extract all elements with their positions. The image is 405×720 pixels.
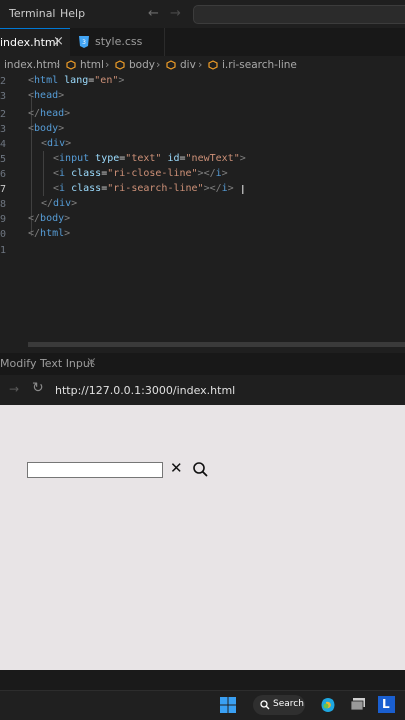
forward-icon[interactable]: → — [9, 382, 19, 396]
line-number: 9 — [0, 214, 7, 225]
search-icon — [260, 700, 270, 710]
preview-text-input[interactable] — [27, 462, 163, 478]
code-line: <div> — [41, 138, 72, 149]
line-number: 3 — [0, 91, 7, 102]
indent-guide — [43, 151, 44, 196]
taskbar — [0, 690, 405, 720]
line-number: 2 — [0, 109, 7, 120]
task-view-icon[interactable] — [350, 697, 366, 711]
element-icon — [208, 60, 218, 70]
menu-help[interactable]: Help — [60, 7, 85, 20]
breadcrumb-body[interactable]: body — [129, 59, 155, 71]
code-line: <i class="ri-close-line"></i> — [53, 168, 228, 179]
code-line: <html lang="en"> — [28, 75, 125, 86]
line-number: 3 — [0, 124, 7, 135]
element-icon — [115, 60, 125, 70]
line-number: 0 — [0, 229, 7, 240]
url-field[interactable]: http://127.0.0.1:3000/index.html — [55, 384, 235, 397]
chevron-right-icon: › — [156, 58, 161, 71]
panel-footer — [0, 670, 405, 690]
code-line: <input type="text" id="newText"> — [53, 153, 246, 164]
breadcrumb-html[interactable]: html — [80, 59, 104, 71]
chevron-right-icon: › — [198, 58, 203, 71]
line-number: 1 — [0, 245, 7, 256]
line-number: 6 — [0, 169, 7, 180]
breadcrumb-div[interactable]: div — [180, 59, 196, 71]
tab-close-icon[interactable]: × — [53, 34, 64, 49]
avatar-initial: L — [382, 697, 390, 711]
line-number: 2 — [0, 76, 7, 87]
tab-label: style.css — [95, 35, 143, 48]
tab-style-css[interactable]: 3 style.css — [70, 28, 165, 56]
back-arrow-icon[interactable]: ← — [148, 6, 159, 21]
tab-close-icon[interactable]: × — [86, 355, 97, 370]
taskbar-search-label: Search — [273, 699, 304, 709]
simple-browser-tab[interactable]: Modify Text Input — [0, 357, 94, 370]
tab-label: index.html — [0, 36, 59, 49]
code-line: <head> — [28, 90, 65, 101]
breadcrumb: index.html › html › body › div › i.ri-se… — [0, 56, 405, 74]
windows-start-icon[interactable] — [220, 697, 236, 713]
taskbar-search-button[interactable]: Search — [253, 695, 305, 715]
avatar[interactable]: L — [378, 696, 395, 713]
line-number: 5 — [0, 154, 7, 165]
close-icon[interactable]: ✕ — [170, 459, 183, 477]
command-center-search[interactable] — [193, 5, 405, 24]
search-icon[interactable] — [192, 461, 208, 477]
line-number-current: 7 — [0, 184, 7, 195]
svg-text:3: 3 — [82, 39, 86, 46]
code-line: </head> — [28, 108, 71, 119]
tab-index-html[interactable]: index.html × — [0, 28, 70, 56]
element-icon — [66, 60, 76, 70]
line-number: 4 — [0, 139, 7, 150]
copilot-icon[interactable] — [320, 697, 336, 713]
menu-terminal[interactable]: Terminal — [9, 7, 56, 20]
chevron-right-icon: › — [56, 58, 61, 71]
chevron-right-icon: › — [105, 58, 110, 71]
breadcrumb-file[interactable]: index.html — [4, 59, 60, 71]
breadcrumb-i-search[interactable]: i.ri-search-line — [222, 59, 297, 71]
code-editor[interactable]: 2 <html lang="en"> 3 <head> 2 </head> 3 … — [0, 74, 405, 344]
text-cursor-icon: I — [241, 183, 245, 197]
code-line: <i class="ri-search-line"></i> — [53, 183, 234, 194]
element-icon — [166, 60, 176, 70]
browser-preview — [0, 405, 405, 670]
css-file-icon: 3 — [79, 36, 89, 48]
simple-browser-tab-bar: Modify Text Input × — [0, 353, 405, 375]
code-line: </html> — [28, 228, 71, 239]
code-line: </body> — [28, 213, 71, 224]
browser-toolbar: → ↻ http://127.0.0.1:3000/index.html — [0, 375, 405, 405]
code-line: </div> — [41, 198, 78, 209]
line-number: 8 — [0, 199, 7, 210]
reload-icon[interactable]: ↻ — [32, 380, 44, 396]
code-line: <body> — [28, 123, 65, 134]
forward-arrow-icon[interactable]: → — [170, 6, 181, 21]
